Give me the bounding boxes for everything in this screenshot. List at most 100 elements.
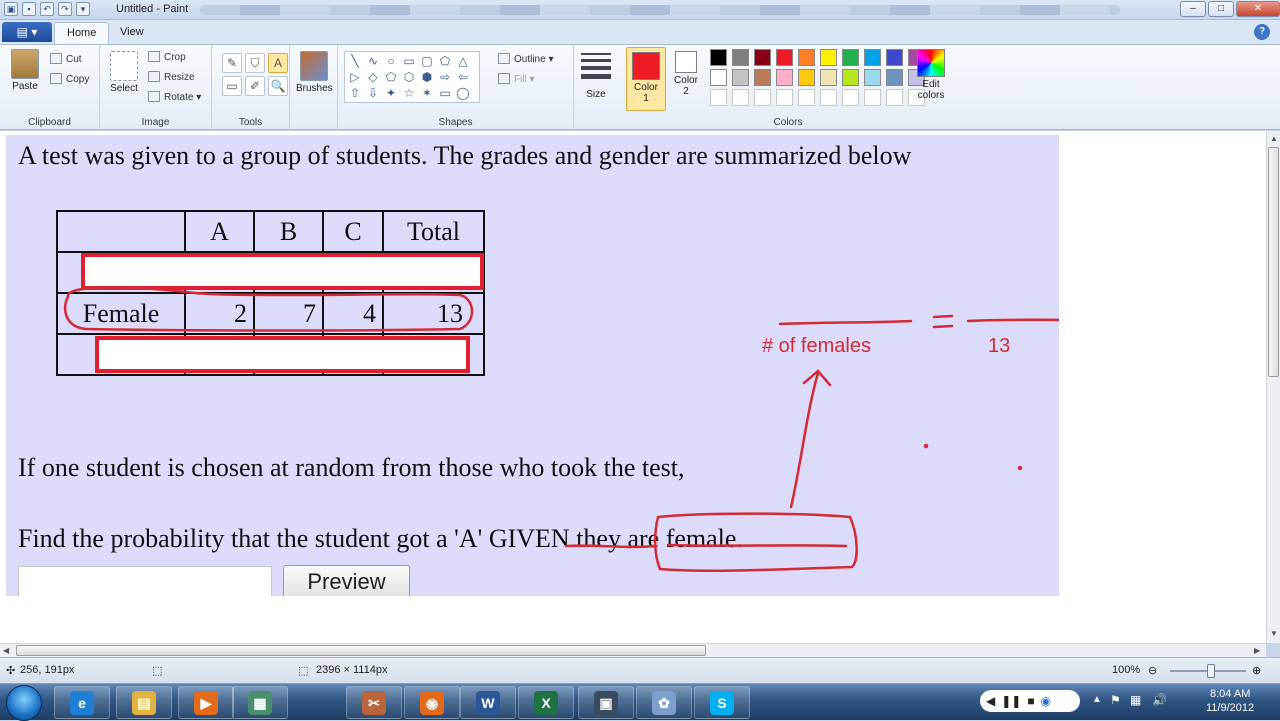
palette-swatch[interactable] (820, 89, 837, 106)
start-button[interactable] (6, 685, 42, 721)
fill-dropdown[interactable]: Fill ▾ (498, 73, 535, 85)
taskbar-app-button[interactable]: S (694, 686, 750, 719)
shape-icon[interactable]: ▭ (400, 53, 418, 69)
preview-button[interactable]: Preview (283, 565, 410, 596)
vertical-scroll-thumb[interactable] (1268, 147, 1279, 377)
shape-icon[interactable]: ○ (382, 53, 400, 69)
network-icon[interactable]: ▦ (1130, 693, 1141, 707)
shape-icon[interactable]: △ (454, 53, 472, 69)
taskbar-app-button[interactable]: e (54, 686, 110, 719)
shape-icon[interactable]: ☆ (400, 85, 418, 101)
palette-swatch[interactable] (776, 69, 793, 86)
paste-button[interactable]: Paste (6, 49, 44, 92)
taskbar-app-button[interactable]: ◉ (404, 686, 460, 719)
palette-swatch[interactable] (710, 89, 727, 106)
shape-icon[interactable]: ◯ (454, 85, 472, 101)
palette-swatch[interactable] (776, 89, 793, 106)
customize-qat-icon[interactable]: ▾ (76, 2, 90, 16)
shape-icon[interactable]: ⬠ (382, 69, 400, 85)
resize-button[interactable]: Resize (148, 71, 195, 83)
palette-swatch[interactable] (710, 69, 727, 86)
close-button[interactable]: ✕ (1236, 1, 1280, 17)
shape-icon[interactable]: ⇦ (454, 69, 472, 85)
shape-icon[interactable]: ⇧ (346, 85, 364, 101)
scroll-up-icon[interactable]: ▲ (1270, 134, 1278, 143)
crop-button[interactable]: Crop (148, 51, 186, 63)
save-icon[interactable]: ▪ (22, 2, 36, 16)
stop-icon[interactable]: ■ (1027, 694, 1034, 708)
clock-time[interactable]: 8:04 AM (1210, 688, 1250, 700)
palette-swatch[interactable] (710, 49, 727, 66)
select-button[interactable]: Select (106, 51, 142, 94)
taskbar-app-button[interactable]: ▶ (178, 686, 234, 719)
taskbar-app-button[interactable]: W (460, 686, 516, 719)
shape-icon[interactable]: ∿ (364, 53, 382, 69)
palette-swatch[interactable] (732, 49, 749, 66)
outline-dropdown[interactable]: Outline ▾ (498, 53, 553, 65)
shape-icon[interactable]: ╲ (346, 53, 364, 69)
shape-icon[interactable]: ▷ (346, 69, 364, 85)
shapes-gallery[interactable]: ╲ ∿ ○ ▭ ▢ ⬠ △ ▷ ◇ ⬠ ⬡ ⬢ ⇨ ⇦ ⇧ ⇩ ✦ ☆ ✶ ▭ ◯ (344, 51, 480, 103)
scroll-left-icon[interactable]: ◀ (3, 646, 9, 655)
taskbar-app-button[interactable]: ✂ (346, 686, 402, 719)
fill-icon[interactable]: ⛉ (245, 53, 265, 73)
palette-swatch[interactable] (754, 49, 771, 66)
text-icon[interactable]: A (268, 53, 288, 73)
palette-swatch[interactable] (864, 69, 881, 86)
cut-button[interactable]: Cut (50, 53, 82, 65)
record-icon[interactable]: ◉ (1041, 694, 1051, 708)
palette-swatch[interactable] (864, 49, 881, 66)
flag-icon[interactable]: ⚑ (1110, 693, 1121, 707)
color1-selector[interactable]: Color 1 (626, 47, 666, 111)
maximize-button[interactable]: □ (1208, 1, 1234, 17)
shape-icon[interactable]: ▭ (436, 85, 454, 101)
palette-swatch[interactable] (732, 69, 749, 86)
drawing-canvas[interactable]: A test was given to a group of students.… (6, 135, 1059, 596)
scroll-down-icon[interactable]: ▼ (1270, 629, 1278, 638)
color-picker-icon[interactable]: ✐ (245, 76, 265, 96)
vertical-scrollbar[interactable]: ▲ ▼ (1266, 131, 1280, 643)
zoom-in-icon[interactable]: ⊕ (1252, 664, 1261, 677)
volume-icon[interactable]: 🔊 (1152, 693, 1167, 707)
tab-home[interactable]: Home (54, 22, 110, 44)
palette-swatch[interactable] (776, 49, 793, 66)
palette-swatch[interactable] (864, 89, 881, 106)
copy-button[interactable]: Copy (50, 73, 89, 85)
palette-swatch[interactable] (820, 69, 837, 86)
palette-swatch[interactable] (842, 49, 859, 66)
paint-menu-button[interactable]: ▤ ▾ (2, 22, 52, 42)
zoom-slider-thumb[interactable] (1207, 664, 1215, 678)
horizontal-scroll-thumb[interactable] (16, 645, 706, 656)
palette-swatch[interactable] (798, 69, 815, 86)
shape-icon[interactable]: ⇨ (436, 69, 454, 85)
rotate-button[interactable]: Rotate ▾ (148, 91, 201, 103)
shape-icon[interactable]: ▢ (418, 53, 436, 69)
taskbar-app-button[interactable]: X (518, 686, 574, 719)
pause-icon[interactable]: ❚❚ (1001, 694, 1021, 708)
taskbar-app-button[interactable]: ▦ (232, 686, 288, 719)
eraser-icon[interactable]: ▭ (222, 76, 242, 96)
shape-icon[interactable]: ⬡ (400, 69, 418, 85)
minimize-button[interactable]: – (1180, 1, 1206, 17)
clock-date[interactable]: 11/9/2012 (1206, 702, 1254, 714)
taskbar-app-button[interactable]: ▤ (116, 686, 172, 719)
size-button[interactable]: Size (580, 53, 612, 100)
help-icon[interactable]: ? (1254, 24, 1270, 40)
shape-icon[interactable]: ⬢ (418, 69, 436, 85)
redo-icon[interactable]: ↷ (58, 2, 72, 16)
shape-icon[interactable]: ✶ (418, 85, 436, 101)
zoom-out-icon[interactable]: ⊖ (1148, 664, 1157, 677)
answer-input[interactable] (18, 566, 272, 596)
shape-icon[interactable]: ◇ (364, 69, 382, 85)
scroll-right-icon[interactable]: ▶ (1254, 646, 1260, 655)
shape-icon[interactable]: ⇩ (364, 85, 382, 101)
shape-icon[interactable]: ⬠ (436, 53, 454, 69)
palette-swatch[interactable] (842, 89, 859, 106)
palette-swatch[interactable] (842, 69, 859, 86)
palette-swatch[interactable] (732, 89, 749, 106)
edit-colors-button[interactable]: Edit colors (910, 49, 952, 101)
pencil-icon[interactable]: ✎ (222, 53, 242, 73)
palette-swatch[interactable] (886, 89, 903, 106)
undo-icon[interactable]: ↶ (40, 2, 54, 16)
palette-swatch[interactable] (798, 89, 815, 106)
